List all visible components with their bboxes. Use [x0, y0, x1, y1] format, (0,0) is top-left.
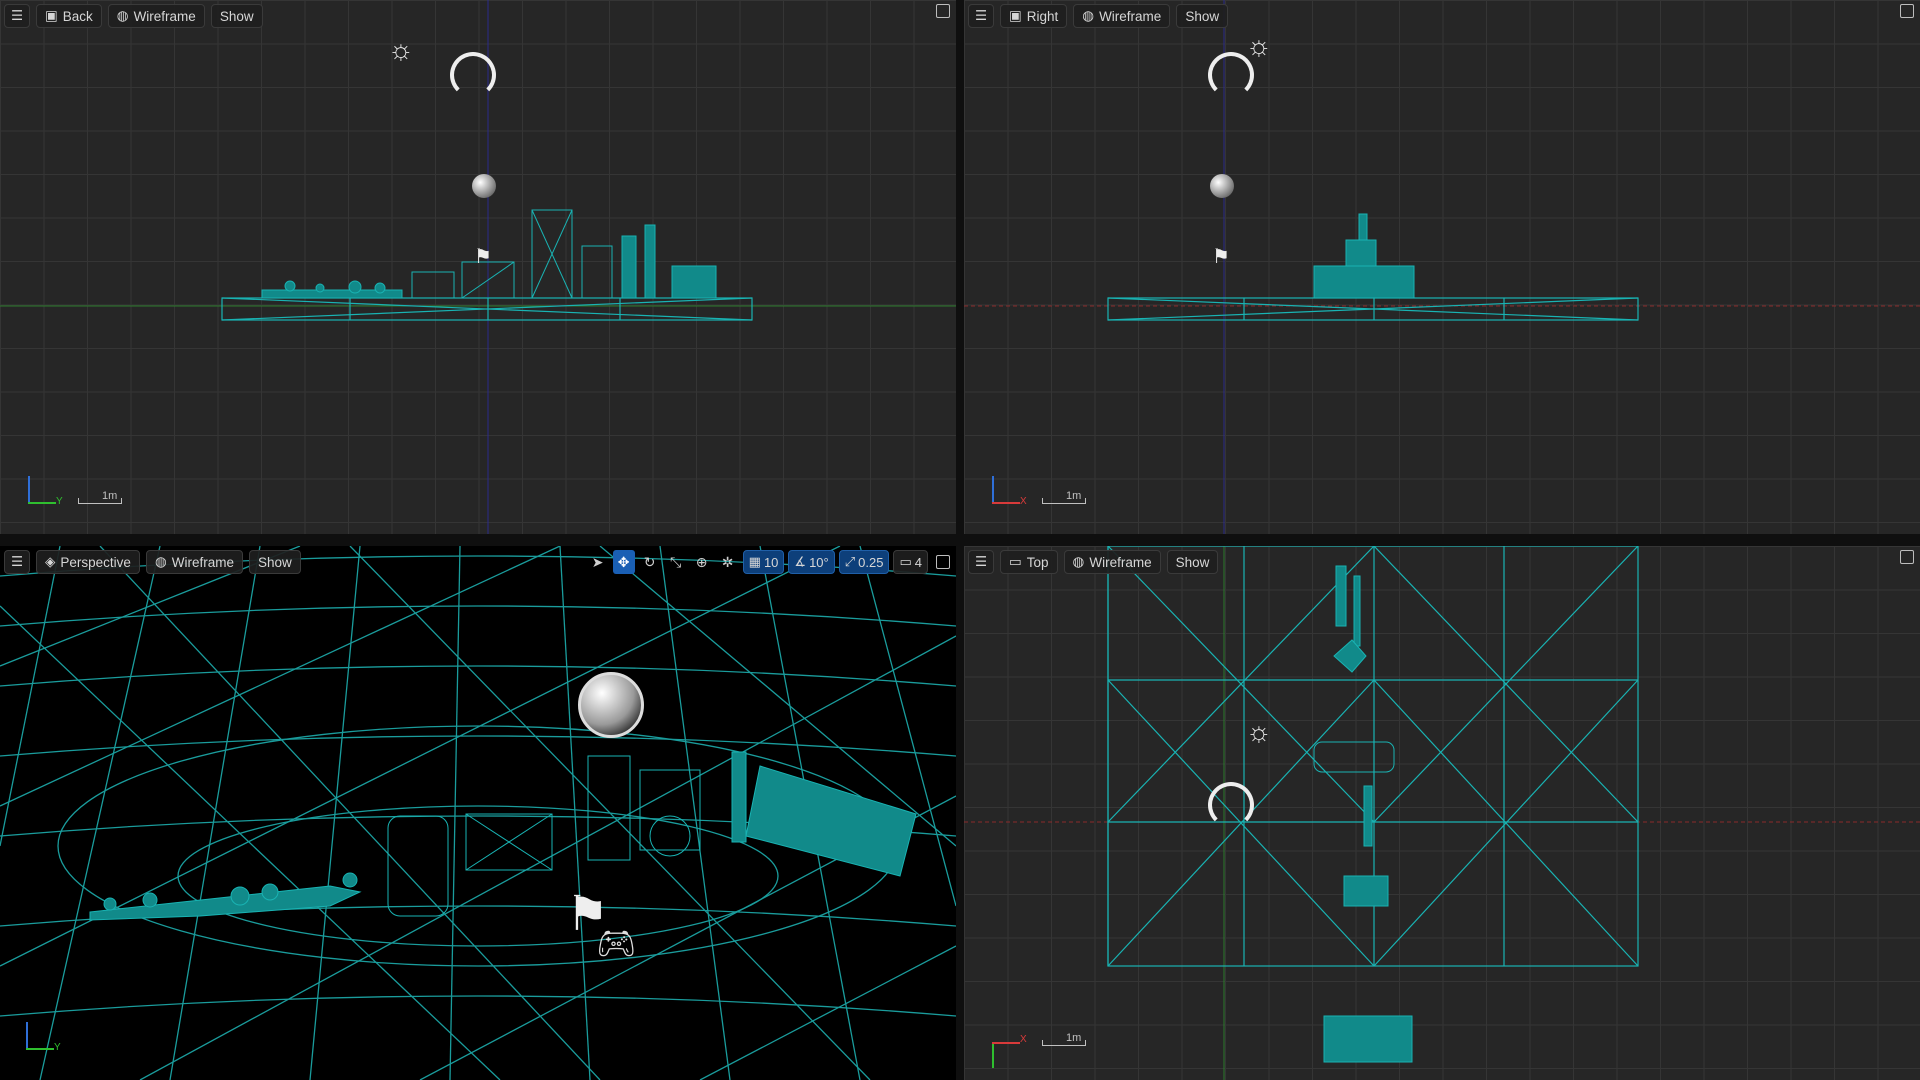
scale-snap-icon: ⤢ [844, 554, 856, 569]
view-mode-button[interactable]: ◍ Wireframe [1073, 4, 1171, 28]
directional-light-icon[interactable]: ☼ [1246, 30, 1272, 62]
view-type-button[interactable]: ▣ Right [1000, 4, 1068, 28]
sphere-reflection-icon[interactable] [1210, 174, 1234, 198]
maximize-icon[interactable] [936, 555, 950, 569]
axis-indicator: Y [26, 1022, 61, 1053]
directional-light-icon[interactable]: ☼ [388, 34, 414, 66]
right-toolbar: ☰ ▣ Right ◍ Wireframe Show [964, 2, 1920, 30]
hamburger-menu-icon[interactable]: ☰ [4, 4, 30, 28]
show-button[interactable]: Show [1176, 4, 1229, 28]
viewport-right[interactable]: ☼ ⚑ ☰ ▣ Right ◍ Wireframe Show X 1m [964, 0, 1920, 534]
floor-mesh [221, 297, 753, 321]
transform-tools: ➤ ✥ ↻ ⤡ ⊕ ✲ ▦ 10 ∡ 10° ⤢ 0.25 ▭ 4 [587, 550, 950, 574]
viewport-perspective[interactable]: ⚑ 🎮︎ ☰ ◈ Perspective ◍ Wireframe Show ➤ ✥ … [0, 546, 956, 1080]
sky-light-icon[interactable] [1208, 52, 1254, 98]
maximize-icon[interactable] [1900, 550, 1914, 564]
maximize-icon[interactable] [936, 4, 950, 18]
top-view-scene [964, 546, 1920, 1080]
move-icon[interactable]: ✥ [612, 550, 635, 574]
view-cube-icon: ▣ [1009, 8, 1022, 23]
wireframe-sphere-icon: ◍ [116, 8, 129, 23]
axis-indicator: X [992, 1034, 1027, 1068]
viewport-top[interactable]: ☼ ☰ ▭ Top ◍ Wireframe Show X 1m [964, 546, 1920, 1080]
scale-label: 1m [102, 490, 118, 502]
scale-label: 1m [1066, 490, 1082, 502]
show-button[interactable]: Show [248, 550, 301, 574]
player-start-icon[interactable]: ⚑ [474, 244, 492, 269]
wireframe-sphere-icon: ◍ [1072, 554, 1085, 569]
hamburger-menu-icon[interactable]: ☰ [968, 550, 994, 574]
rotation-snap-button[interactable]: ∡ 10° [788, 550, 835, 574]
wireframe-sphere-icon: ◍ [154, 554, 167, 569]
view-mode-button[interactable]: ◍ Wireframe [1063, 550, 1161, 574]
grid-icon: ▦ [748, 554, 761, 569]
gamepad-icon: 🎮︎ [596, 925, 637, 961]
floor-mesh [1107, 297, 1639, 321]
show-button[interactable]: Show [210, 4, 263, 28]
view-mode-button[interactable]: ◍ Wireframe [145, 550, 243, 574]
top-toolbar: ☰ ▭ Top ◍ Wireframe Show [964, 548, 1920, 576]
scale-snap-button[interactable]: ⤢ 0.25 [838, 550, 890, 574]
viewport-back[interactable]: ☼ ⚑ ☰ ▣ Back ◍ Wireframe Show Y 1m [0, 0, 956, 534]
hamburger-menu-icon[interactable]: ☰ [4, 550, 30, 574]
view-cube-icon: ◈ [45, 554, 56, 569]
surface-snap-icon[interactable]: ✲ [717, 550, 739, 574]
right-view-scene [964, 0, 1920, 534]
select-arrow-icon[interactable]: ➤ [587, 550, 609, 574]
rotate-icon[interactable]: ↻ [639, 550, 661, 574]
view-cube-icon: ▣ [45, 8, 58, 23]
back-toolbar: ☰ ▣ Back ◍ Wireframe Show [0, 2, 956, 30]
perspective-toolbar: ☰ ◈ Perspective ◍ Wireframe Show ➤ ✥ ↻ ⤡ ⊕… [0, 548, 956, 576]
perspective-scene [0, 546, 956, 1080]
scale-label: 1m [1066, 1032, 1082, 1044]
view-type-button[interactable]: ◈ Perspective [36, 550, 140, 574]
globe-icon[interactable]: ⊕ [691, 550, 713, 574]
show-button[interactable]: Show [1166, 550, 1219, 574]
camera-icon: ▭ [899, 554, 912, 569]
wireframe-sphere-icon: ◍ [1082, 8, 1095, 23]
grid-snap-button[interactable]: ▦ 10 [742, 550, 785, 574]
props-silhouettes [1313, 565, 1413, 1063]
angle-icon: ∡ [794, 554, 807, 569]
sphere-reflection-icon[interactable] [578, 672, 644, 738]
view-type-button[interactable]: ▭ Top [1000, 550, 1058, 574]
hamburger-menu-icon[interactable]: ☰ [968, 4, 994, 28]
axis-indicator: Y [28, 476, 63, 507]
sphere-reflection-icon[interactable] [472, 174, 496, 198]
directional-light-icon[interactable]: ☼ [1246, 716, 1272, 748]
scale-icon[interactable]: ⤡ [665, 550, 687, 574]
view-mode-button[interactable]: ◍ Wireframe [107, 4, 205, 28]
player-start-icon[interactable]: ⚑ [1212, 244, 1230, 269]
sky-light-icon[interactable] [1208, 782, 1254, 828]
props-silhouettes [1313, 213, 1415, 299]
axis-indicator: X [992, 476, 1027, 507]
camera-speed-button[interactable]: ▭ 4 [893, 550, 928, 574]
sky-light-icon[interactable] [450, 52, 496, 98]
props-silhouettes [89, 751, 917, 921]
view-cube-icon: ▭ [1009, 554, 1022, 569]
view-type-button[interactable]: ▣ Back [36, 4, 102, 28]
maximize-icon[interactable] [1900, 4, 1914, 18]
